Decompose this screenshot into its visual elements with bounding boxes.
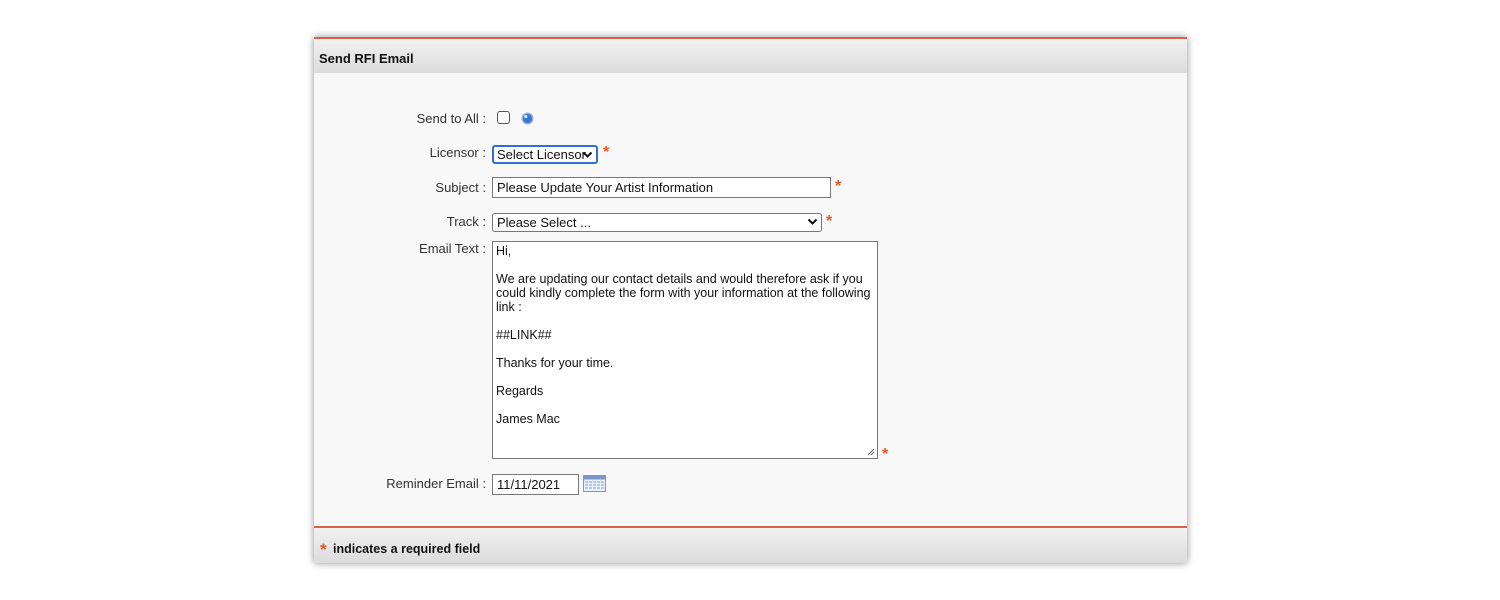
email-text-required-marker: *	[882, 446, 889, 463]
send-rfi-email-panel: Send RFI Email Send to All : Licensor : …	[314, 37, 1187, 563]
track-required-marker: *	[826, 213, 833, 230]
licensor-required-marker: *	[603, 144, 610, 161]
send-to-all-checkbox[interactable]	[497, 111, 510, 124]
email-text-line: link :	[496, 300, 522, 314]
track-label: Track :	[446, 214, 486, 229]
send-to-all-label: Send to All :	[416, 111, 486, 126]
footer-required-marker: *	[320, 540, 327, 559]
chevron-down-icon	[582, 151, 593, 158]
chevron-down-icon	[807, 218, 818, 225]
email-text-line: ##LINK##	[496, 328, 552, 342]
email-text-line: could kindly complete the form with your…	[496, 286, 871, 300]
subject-label: Subject :	[435, 180, 486, 195]
licensor-select-value: Select Licensor	[497, 147, 586, 162]
email-text-area[interactable]: Hi, We are updating our contact details …	[492, 241, 878, 459]
panel-title: Send RFI Email	[319, 51, 414, 66]
email-text-label: Email Text :	[419, 241, 486, 256]
email-text-line: Hi,	[496, 244, 512, 258]
help-icon[interactable]	[521, 112, 534, 125]
email-text-line: We are updating our contact details and …	[496, 272, 863, 286]
subject-required-marker: *	[835, 178, 842, 195]
subject-input[interactable]: Please Update Your Artist Information	[492, 177, 831, 198]
subject-input-value: Please Update Your Artist Information	[497, 180, 714, 195]
licensor-select[interactable]: Select Licensor	[492, 145, 598, 164]
required-field-footer: * indicates a required field	[314, 526, 1187, 563]
required-field-note: indicates a required field	[333, 542, 481, 556]
reminder-date-input[interactable]: 11/11/2021	[492, 474, 579, 495]
reminder-email-label: Reminder Email :	[386, 476, 486, 491]
email-text-line: James Mac	[496, 412, 560, 426]
calendar-icon[interactable]	[583, 475, 606, 492]
email-text-line: Regards	[496, 384, 544, 398]
licensor-label: Licensor :	[429, 145, 486, 160]
panel-header: Send RFI Email	[314, 37, 1187, 73]
track-select[interactable]: Please Select ...	[492, 213, 822, 232]
email-text-line: Thanks for your time.	[496, 356, 614, 370]
reminder-date-value: 11/11/2021	[497, 477, 561, 492]
resize-grip-icon[interactable]	[867, 448, 875, 456]
track-select-value: Please Select ...	[497, 215, 591, 230]
